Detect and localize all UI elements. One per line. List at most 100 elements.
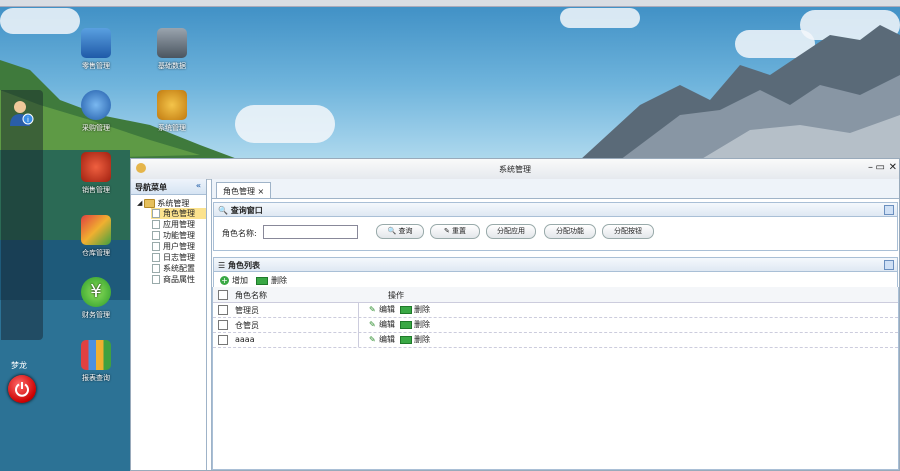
edit-icon: ✎	[369, 304, 376, 314]
nav-menu: 导航菜单 « ◢ 系统管理 角色管理 应用管理 功能管理 用户管理 日志管理 系…	[131, 179, 207, 470]
select-all-checkbox[interactable]	[218, 290, 228, 300]
file-icon	[152, 275, 160, 284]
collapse-query-panel-button[interactable]	[884, 205, 894, 215]
delete-link[interactable]: 删除	[414, 304, 430, 315]
tree-item-label: 应用管理	[163, 220, 195, 229]
desktop-icon-system[interactable]: 系统管理	[142, 90, 202, 133]
edit-icon: ✎	[369, 334, 376, 344]
search-button[interactable]: 🔍 查询	[376, 224, 424, 239]
desktop-icon-sales[interactable]: 销售管理	[66, 152, 126, 195]
tree-item-app[interactable]: 应用管理	[151, 219, 206, 230]
list-panel-title: 角色列表	[227, 261, 260, 270]
row-actions: ✎ 编辑 删除	[369, 304, 430, 315]
file-icon	[152, 242, 160, 251]
delete-link[interactable]: 删除	[414, 319, 430, 330]
table-row[interactable]: 管理员 ✎ 编辑 删除	[213, 302, 898, 318]
window-title: 系统管理	[499, 165, 531, 174]
desktop-icon-basic-data[interactable]: 基础数据	[142, 28, 202, 71]
file-icon	[152, 220, 160, 229]
file-icon	[152, 209, 160, 218]
assign-button-button[interactable]: 分配按钮	[602, 224, 654, 239]
left-dock	[1, 90, 43, 340]
tab-close-button[interactable]: ×	[258, 187, 265, 196]
add-icon: +	[220, 276, 229, 285]
role-name-cell: 仓管员	[235, 321, 259, 330]
tree-item-user[interactable]: 用户管理	[151, 241, 206, 252]
edit-link[interactable]: 编辑	[379, 334, 395, 345]
delete-button[interactable]: 删除	[256, 275, 287, 286]
tree-item-role[interactable]: 角色管理	[151, 208, 206, 219]
search-icon: 🔍	[387, 227, 397, 235]
assign-app-button[interactable]: 分配应用	[486, 224, 536, 239]
desktop-icon-label: 报表查询	[82, 374, 110, 382]
collapse-list-panel-button[interactable]	[884, 260, 894, 270]
tree-item-function[interactable]: 功能管理	[151, 230, 206, 241]
bar-chart-icon	[81, 340, 111, 370]
gears-icon	[157, 90, 187, 120]
desktop-icon-label: 零售管理	[82, 62, 110, 70]
desktop-icon-report[interactable]: 报表查询	[66, 340, 126, 383]
desktop-icon-finance[interactable]: ¥ 财务管理	[66, 277, 126, 320]
desktop-icon-label: 仓库管理	[82, 249, 110, 257]
tree-item-config[interactable]: 系统配置	[151, 263, 206, 274]
folder-icon	[144, 198, 156, 208]
delete-icon	[400, 335, 412, 344]
desktop-icon-purchase[interactable]: 采购管理	[66, 90, 126, 133]
role-name-input[interactable]	[263, 225, 358, 239]
column-header-name: 角色名称	[235, 291, 267, 300]
delete-button-label: 删除	[271, 276, 287, 285]
main-content: 角色管理 × 🔍 查询窗口 角色名称: 🔍 查询 ✎ 重置 分配应用 分配功能 …	[211, 179, 899, 470]
row-checkbox[interactable]	[218, 305, 228, 315]
role-table: 角色名称 操作 管理员 ✎ 编辑 删除 仓管员 ✎ 编辑 删除 aaaa ✎ 编…	[212, 287, 899, 470]
edit-link[interactable]: 编辑	[379, 304, 395, 315]
desktop-icon-warehouse[interactable]: 仓库管理	[66, 215, 126, 258]
power-button[interactable]	[8, 375, 36, 403]
row-checkbox[interactable]	[218, 320, 228, 330]
tree-item-label: 日志管理	[163, 253, 195, 262]
nav-menu-title: 导航菜单	[135, 183, 167, 192]
minimize-button[interactable]: –	[868, 162, 873, 174]
table-row[interactable]: aaaa ✎ 编辑 删除	[213, 332, 898, 348]
row-actions: ✎ 编辑 删除	[369, 319, 430, 330]
mountain-right	[580, 25, 900, 160]
cloud	[235, 105, 335, 143]
edit-link[interactable]: 编辑	[379, 319, 395, 330]
pencil-icon: ✎	[443, 227, 450, 235]
desktop-icon-label: 销售管理	[82, 186, 110, 194]
desktop-icon-retail[interactable]: 零售管理	[66, 28, 126, 71]
close-button[interactable]: ✕	[889, 162, 897, 174]
top-bar	[0, 0, 900, 7]
tab-role-management[interactable]: 角色管理 ×	[216, 182, 272, 198]
user-info-icon[interactable]: i	[10, 100, 34, 126]
collapse-nav-button[interactable]: «	[196, 181, 201, 190]
tree-item-label: 系统配置	[163, 264, 195, 273]
window-titlebar[interactable]: 系统管理 – ▭ ✕	[131, 159, 899, 180]
column-header-actions: 操作	[388, 291, 404, 300]
row-checkbox[interactable]	[218, 335, 228, 345]
cart-icon	[81, 28, 111, 58]
assign-function-button[interactable]: 分配功能	[544, 224, 596, 239]
tree-item-label: 功能管理	[163, 231, 195, 240]
svg-text:i: i	[27, 116, 29, 124]
tab-bar: 角色管理 ×	[212, 179, 899, 199]
maximize-button[interactable]: ▭	[876, 162, 885, 174]
reset-button[interactable]: ✎ 重置	[430, 224, 480, 239]
table-row[interactable]: 仓管员 ✎ 编辑 删除	[213, 317, 898, 333]
role-name-label: 角色名称:	[222, 229, 257, 238]
tree-root-system[interactable]: ◢ 系统管理	[137, 198, 206, 208]
desktop-icon-label: 财务管理	[82, 311, 110, 319]
reset-button-label: 重置	[452, 227, 467, 235]
list-panel-header: ☰ 角色列表	[213, 257, 898, 272]
delete-link[interactable]: 删除	[414, 334, 430, 345]
tree-expand-icon[interactable]: ◢	[137, 199, 142, 207]
tree-item-label: 商品属性	[163, 275, 195, 284]
add-button[interactable]: + 增加	[220, 275, 248, 286]
database-icon	[157, 28, 187, 58]
add-button-label: 增加	[232, 276, 248, 285]
nav-menu-header: 导航菜单 «	[131, 179, 206, 195]
tree-item-product-attr[interactable]: 商品属性	[151, 274, 206, 285]
role-name-cell: 管理员	[235, 306, 259, 315]
desktop-icon-label: 基础数据	[158, 62, 186, 70]
tree-item-log[interactable]: 日志管理	[151, 252, 206, 263]
nav-tree: ◢ 系统管理 角色管理 应用管理 功能管理 用户管理 日志管理 系统配置 商品属…	[131, 195, 206, 285]
